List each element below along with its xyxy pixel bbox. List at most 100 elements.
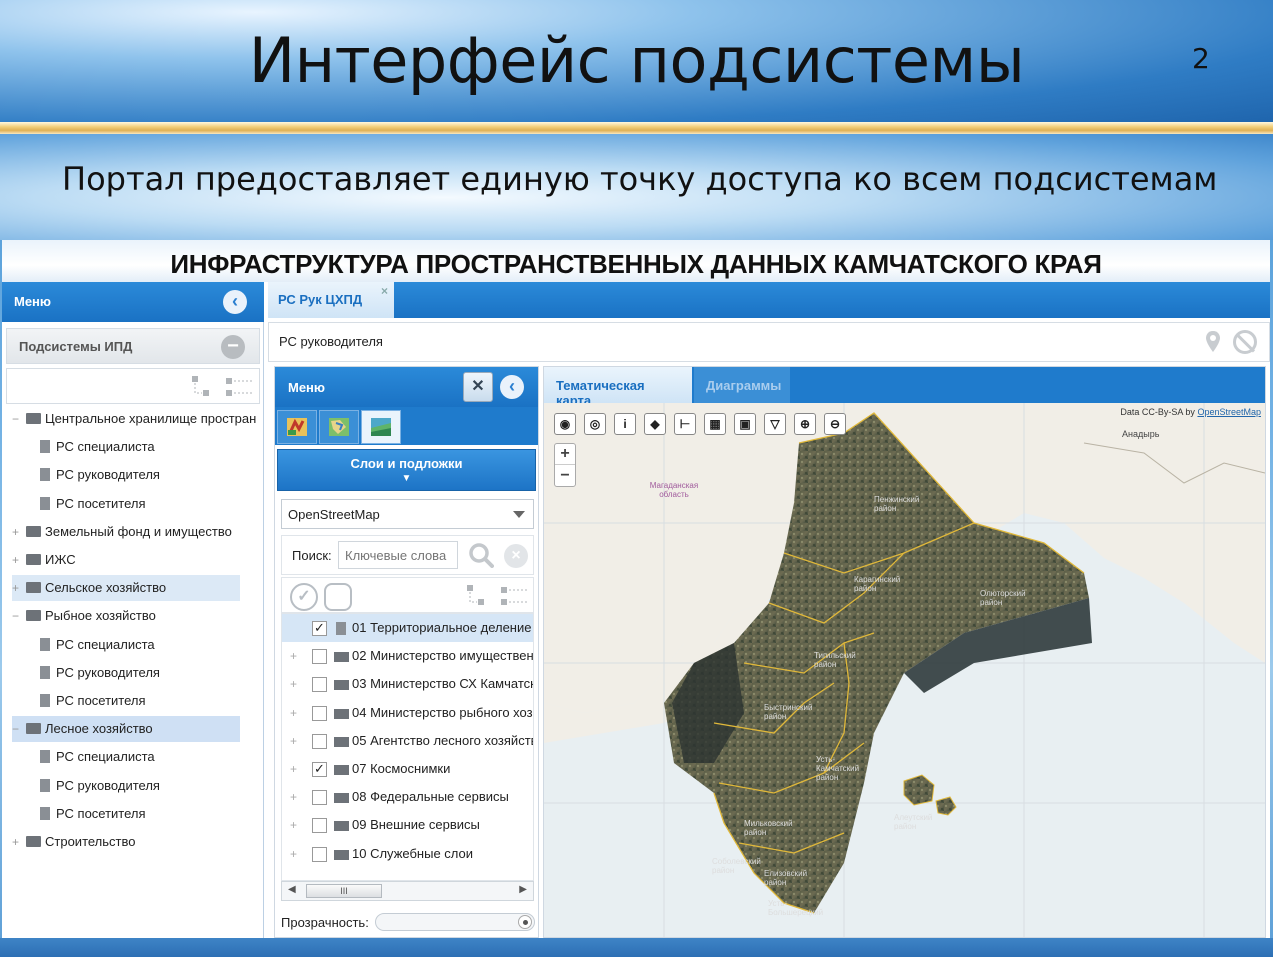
tree-item-workstation[interactable]: РС специалиста [40, 632, 240, 658]
globe-icon[interactable]: ◉ [554, 413, 576, 435]
layer-checkbox[interactable] [312, 649, 327, 665]
scroll-thumb[interactable]: III [306, 884, 382, 898]
layer-item[interactable]: +02 Министерство имущественн [282, 642, 533, 670]
collapse-icon[interactable]: − [12, 406, 24, 432]
expand-icon[interactable]: + [12, 829, 24, 855]
zoom-in-button[interactable]: + [555, 444, 575, 465]
uncheck-all-icon[interactable] [324, 583, 352, 611]
tree-item-workstation[interactable]: РС посетителя [40, 688, 240, 714]
opacity-slider-handle[interactable] [518, 915, 532, 929]
layer-item[interactable]: + ✓ 07 Космоснимки [282, 755, 533, 783]
layers-and-basemaps-button[interactable]: Слои и подложки ▼ [277, 449, 536, 491]
expand-icon[interactable]: + [290, 727, 297, 755]
collapse-tree-icon[interactable] [225, 375, 253, 399]
expand-icon[interactable]: + [290, 670, 297, 698]
opacity-slider[interactable] [375, 913, 535, 931]
expand-icon[interactable]: + [12, 575, 24, 601]
info-icon[interactable]: i [614, 413, 636, 435]
layer-checkbox[interactable] [312, 677, 327, 693]
document-icon [40, 778, 50, 792]
tree-item-label: РС специалиста [56, 439, 155, 455]
expand-icon[interactable]: + [12, 519, 24, 545]
tree-item-subsystem[interactable]: − Центральное хранилище простран [12, 406, 256, 432]
filter-icon[interactable]: ▽ [764, 413, 786, 435]
tree-item-subsystem[interactable]: − Рыбное хозяйство [12, 603, 240, 629]
layer-search-input[interactable] [338, 541, 458, 569]
layer-item[interactable]: +10 Служебные слои [282, 840, 533, 868]
zoom-out-tool-icon[interactable]: ⊖ [824, 413, 846, 435]
layer-item[interactable]: +03 Министерство СХ Камчатск [282, 670, 533, 698]
legend-icon[interactable]: ▣ [734, 413, 756, 435]
tree-item-subsystem[interactable]: + ИЖС [12, 547, 240, 573]
map-legend-tab[interactable] [277, 410, 317, 444]
layers-icon[interactable]: ▦ [704, 413, 726, 435]
layer-checkbox[interactable]: ✓ [312, 621, 327, 636]
tab-rs-ruk-chpd[interactable]: РС Рук ЦХПД × [268, 282, 394, 318]
collapse-left-panel-button[interactable]: ‹ [223, 290, 247, 314]
pan-icon[interactable]: ◆ [644, 413, 666, 435]
tree-item-subsystem[interactable]: + Земельный фонд и имущество [12, 519, 240, 545]
scroll-left-icon[interactable]: ◀ [288, 884, 296, 895]
basemap-tab[interactable] [361, 410, 401, 444]
tree-item-subsystem[interactable]: + Строительство [12, 829, 240, 855]
expand-icon[interactable]: + [12, 547, 24, 573]
tree-item-subsystem[interactable]: − Лесное хозяйство [12, 716, 240, 743]
expand-icon[interactable]: + [290, 811, 297, 839]
tools-icon[interactable]: ✕ [463, 372, 493, 402]
clear-search-icon[interactable]: × [504, 544, 528, 568]
horizontal-scrollbar[interactable]: ◀ III ▶ [281, 881, 534, 901]
collapse-subsystems-icon[interactable]: − [221, 335, 245, 359]
scroll-right-icon[interactable]: ▶ [519, 884, 527, 895]
expand-tree-icon[interactable] [191, 375, 213, 399]
map-canvas[interactable]: ◉ ◎ i ◆ ⊢ ▦ ▣ ▽ ⊕ ⊖ + − Data CC-By-SA by OpenStre… [544, 403, 1265, 937]
disable-icon[interactable] [1233, 330, 1257, 354]
tab-diagrams[interactable]: Диаграммы [694, 367, 790, 403]
location-pin-icon[interactable] [1205, 330, 1221, 354]
expand-icon[interactable]: + [290, 755, 297, 783]
layer-checkbox[interactable] [312, 818, 327, 834]
expand-icon[interactable]: + [290, 642, 297, 670]
layer-checkbox[interactable] [312, 846, 327, 862]
zoom-in-tool-icon[interactable]: ⊕ [794, 413, 816, 435]
tree-item-workstation[interactable]: РС руководителя [40, 462, 240, 488]
layer-checkbox[interactable] [312, 705, 327, 721]
target-icon[interactable]: ◎ [584, 413, 606, 435]
expand-icon[interactable]: + [290, 699, 297, 727]
layer-checkbox[interactable]: ✓ [312, 762, 327, 777]
check-all-icon[interactable]: ✓ [290, 583, 318, 611]
expand-arrow-icon: ▼ [401, 473, 412, 484]
tree-item-subsystem[interactable]: + Сельское хозяйство [12, 575, 240, 602]
expand-icon[interactable]: + [290, 783, 297, 811]
layer-checkbox[interactable] [312, 733, 327, 749]
collapse-mid-panel-button[interactable]: ‹ [500, 375, 524, 399]
expand-layers-icon[interactable] [466, 584, 488, 608]
tree-item-workstation[interactable]: РС руководителя [40, 660, 240, 686]
tree-item-workstation[interactable]: РС специалиста [40, 744, 240, 770]
basemap-select[interactable]: OpenStreetMap [281, 499, 534, 529]
expand-icon[interactable]: + [290, 840, 297, 868]
layer-item[interactable]: +05 Агентство лесного хозяйств [282, 727, 533, 755]
subsystems-header[interactable]: Подсистемы ИПД − [6, 328, 260, 364]
tree-item-workstation[interactable]: РС специалиста [40, 434, 240, 460]
tab-thematic-map[interactable]: Тематическая карта [544, 367, 692, 408]
measure-icon[interactable]: ⊢ [674, 413, 696, 435]
close-tab-icon[interactable]: × [381, 284, 388, 298]
layer-item[interactable]: ✓ 01 Территориальное деление К [282, 614, 533, 642]
search-icon[interactable] [468, 542, 494, 568]
tree-item-workstation[interactable]: РС посетителя [40, 491, 240, 517]
tree-item-workstation[interactable]: РС посетителя [40, 801, 240, 827]
collapse-layers-icon[interactable] [500, 584, 528, 608]
layer-item[interactable]: +08 Федеральные сервисы [282, 783, 533, 811]
layer-item[interactable]: +09 Внешние сервисы [282, 811, 533, 839]
map-label-magadan: Магаданская область [649, 481, 699, 499]
tree-item-label: ИЖС [45, 552, 76, 567]
map-layers-tab[interactable] [319, 410, 359, 444]
collapse-icon[interactable]: − [12, 603, 24, 629]
collapse-icon[interactable]: − [12, 716, 24, 742]
layer-checkbox[interactable] [312, 790, 327, 806]
tree-item-workstation[interactable]: РС руководителя [40, 773, 240, 799]
zoom-out-button[interactable]: − [555, 466, 575, 487]
openstreetmap-link[interactable]: OpenStreetMap [1197, 407, 1261, 417]
layer-item[interactable]: +04 Министерство рыбного хоз [282, 699, 533, 727]
basemap-select-value: OpenStreetMap [288, 507, 380, 522]
